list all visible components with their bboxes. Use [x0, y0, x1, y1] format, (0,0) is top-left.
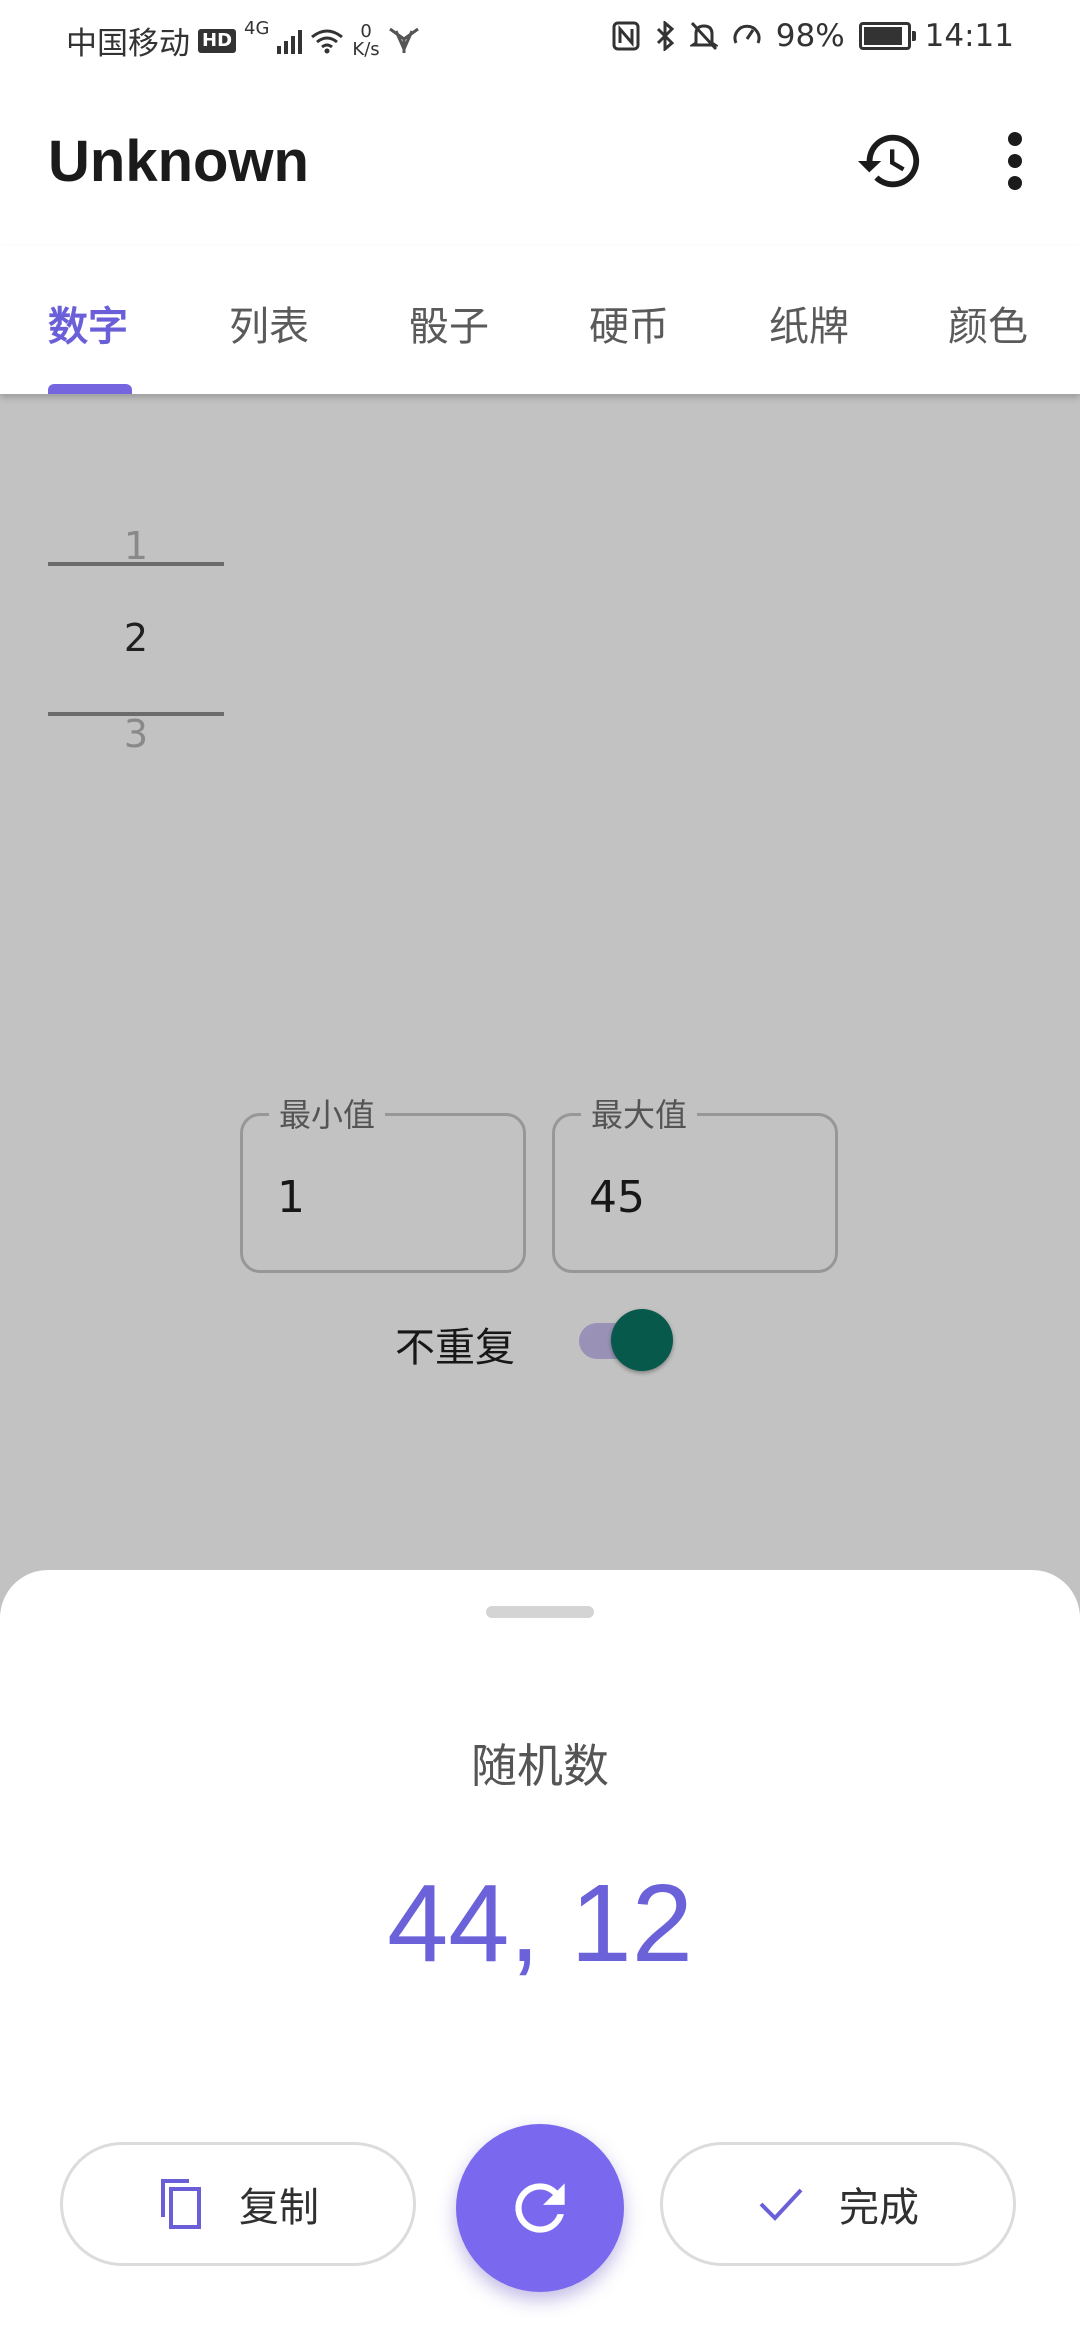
app-bar: Unknown: [0, 76, 1080, 246]
net-speed-unit: K/s: [352, 38, 380, 60]
more-options-button[interactable]: [970, 116, 1060, 206]
copy-button[interactable]: 复制: [60, 2142, 416, 2266]
app-notification-icon: [388, 27, 419, 53]
net-speed-value: 0: [360, 20, 372, 42]
random-result: 44, 12: [387, 1862, 693, 1985]
copy-label: 复制: [239, 2185, 319, 2231]
regenerate-button[interactable]: [456, 2124, 624, 2292]
history-icon: [857, 134, 920, 188]
battery-percent: 98%: [775, 18, 845, 54]
max-value-label: 最大值: [581, 1090, 698, 1136]
tab-list[interactable]: 列表: [229, 294, 309, 352]
tab-number[interactable]: 数字: [48, 294, 128, 352]
tab-coin[interactable]: 硬币: [589, 294, 669, 352]
tab-dice[interactable]: 骰子: [409, 294, 489, 352]
picker-divider-top: [48, 562, 224, 566]
tab-indicator: [48, 384, 132, 394]
tab-cards[interactable]: 纸牌: [769, 294, 849, 352]
more-vert-icon: [1008, 132, 1022, 190]
nfc-icon: [612, 21, 640, 51]
speedometer-icon: [733, 24, 761, 44]
bluetooth-icon: [656, 21, 674, 51]
picker-next[interactable]: 3: [48, 712, 224, 756]
signal-icon: [277, 28, 303, 54]
wifi-icon: [311, 29, 344, 53]
status-bar: 中国移动 HD 4G 0 K/s 98% 14:11: [0, 0, 1080, 76]
toggle-thumb[interactable]: [611, 1309, 673, 1371]
hd-badge: HD: [198, 28, 237, 53]
tab-color[interactable]: 颜色: [948, 294, 1028, 352]
min-value-label: 最小值: [269, 1090, 386, 1136]
max-value-input[interactable]: 45: [589, 1172, 645, 1223]
net-speed: 0 K/s: [352, 20, 380, 60]
no-repeat-toggle[interactable]: [579, 1309, 673, 1371]
refresh-icon: [515, 2183, 565, 2233]
count-picker[interactable]: 1 2 3: [48, 454, 224, 756]
battery-icon: [858, 22, 916, 50]
mute-icon: [689, 21, 718, 51]
check-icon: [759, 2188, 803, 2221]
sheet-title: 随机数: [471, 1739, 609, 1793]
min-value-input[interactable]: 1: [277, 1172, 305, 1223]
main-content: 1 2 3: [0, 394, 1080, 1644]
copy-icon: [161, 2179, 201, 2229]
done-label: 完成: [839, 2185, 919, 2231]
drag-handle[interactable]: [486, 1606, 594, 1618]
max-value-field[interactable]: 最大值 45: [552, 1090, 838, 1273]
no-repeat-label: 不重复: [395, 1325, 515, 1371]
network-type: 4G: [244, 18, 270, 39]
history-button[interactable]: [845, 116, 935, 206]
picker-current[interactable]: 2: [48, 616, 224, 660]
tab-bar: 数字 列表 骰子 硬币 纸牌 颜色: [0, 246, 1080, 394]
carrier-label: 中国移动: [66, 26, 190, 62]
clock: 14:11: [924, 18, 1014, 54]
min-value-field[interactable]: 最小值 1: [240, 1090, 526, 1273]
page-title: Unknown: [48, 129, 309, 194]
done-button[interactable]: 完成: [660, 2142, 1016, 2266]
result-bottom-sheet: 随机数 44, 12 复制 完成: [0, 1570, 1080, 2340]
